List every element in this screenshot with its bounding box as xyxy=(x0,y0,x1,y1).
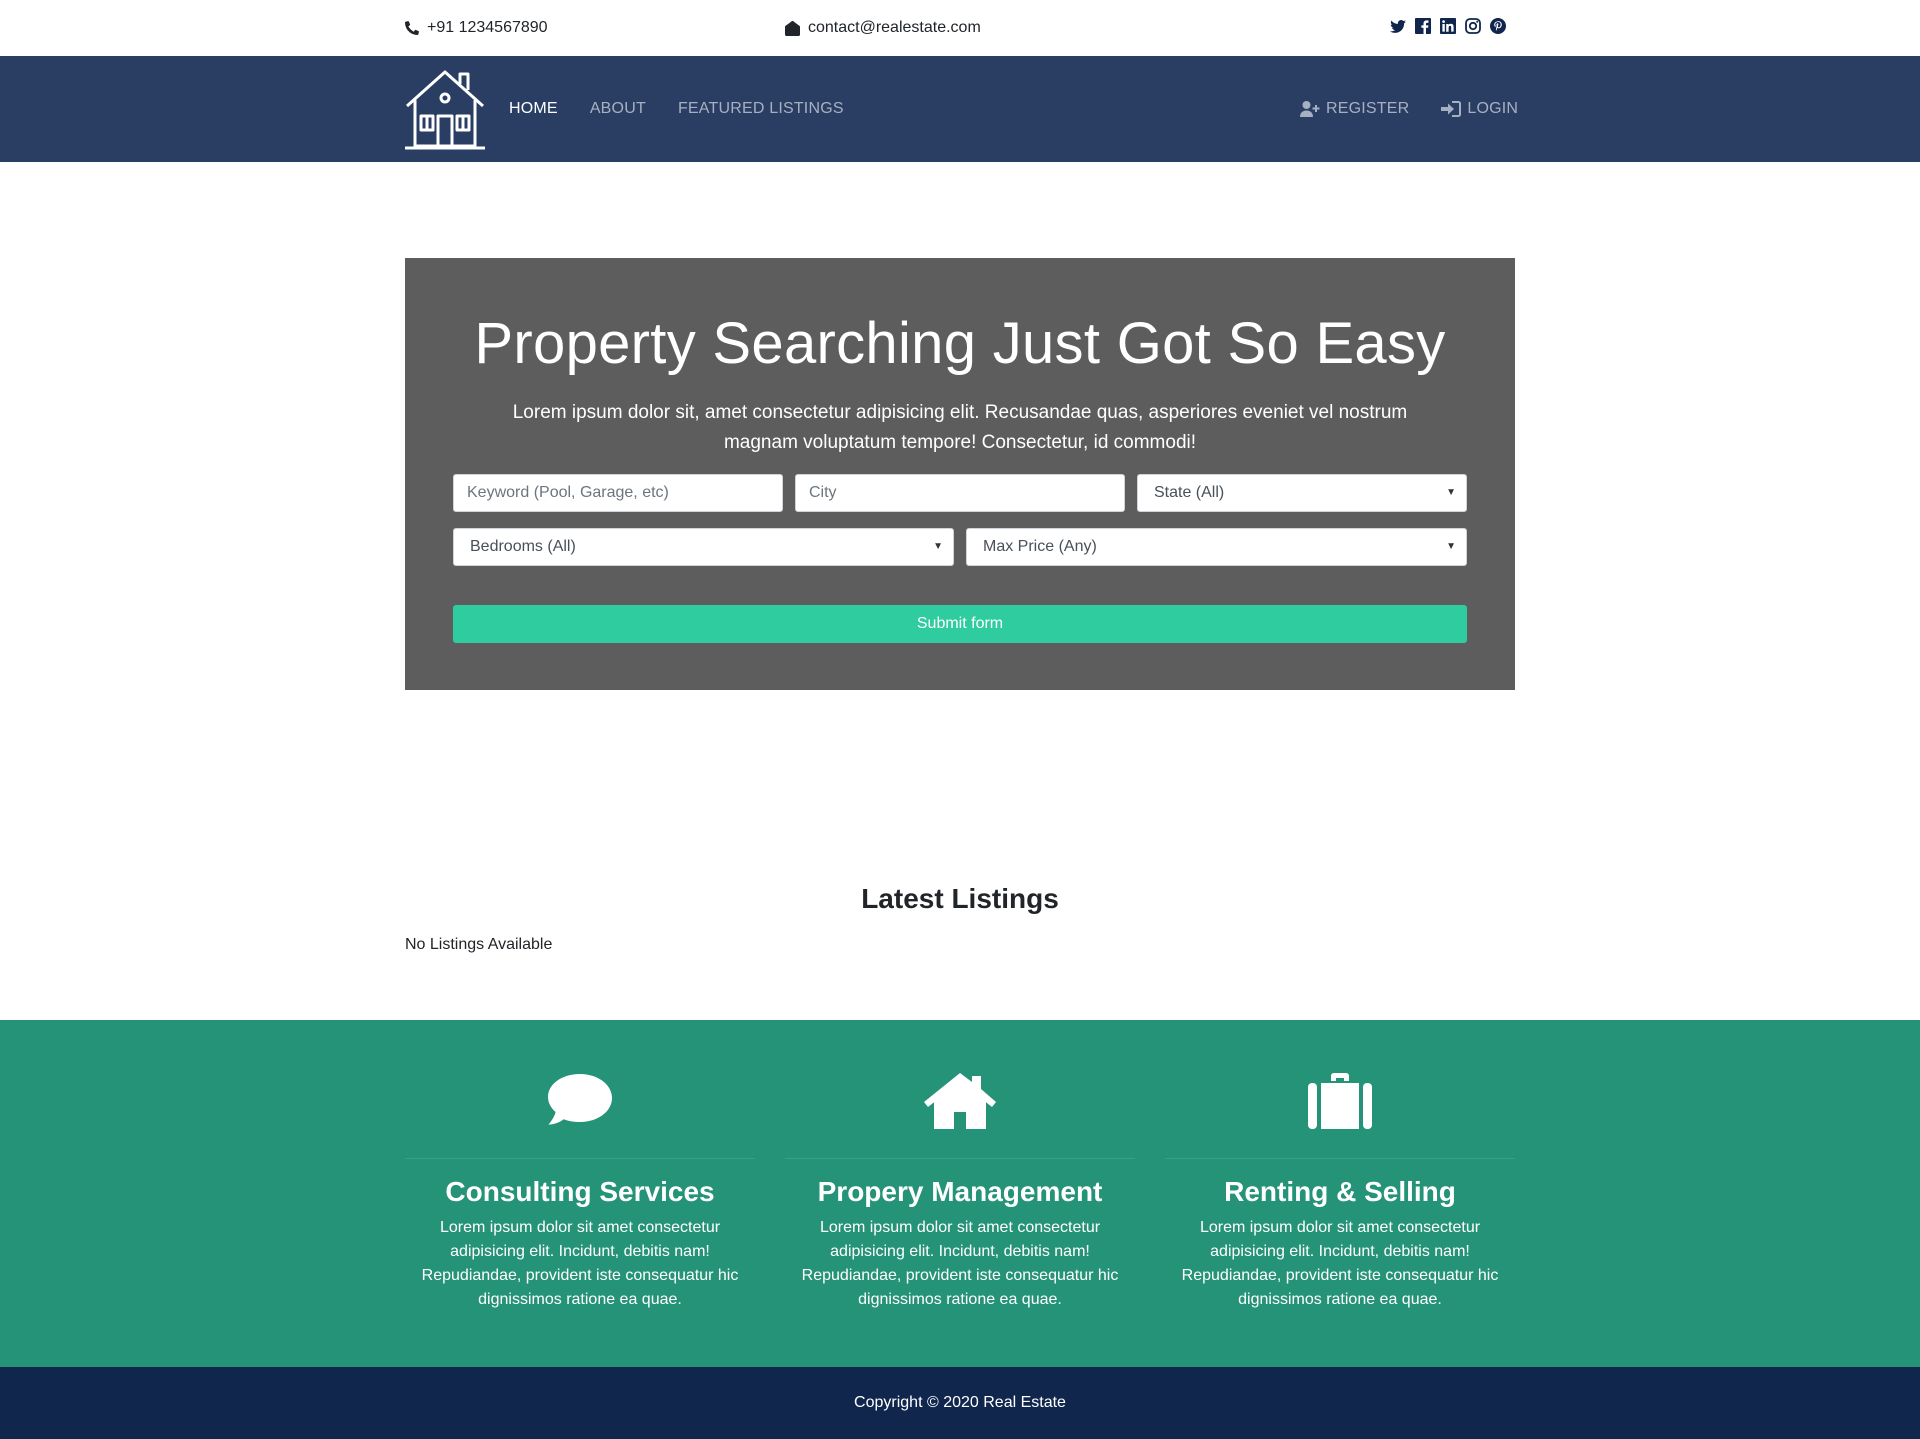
bedrooms-select[interactable]: Bedrooms (All) ▼ xyxy=(453,528,954,566)
service-title: Consulting Services xyxy=(445,1176,715,1207)
dropdown-arrow-icon: ▼ xyxy=(1446,541,1456,552)
no-listings-message: No Listings Available xyxy=(405,936,553,953)
service-card-consulting: Consulting Services Lorem ipsum dolor si… xyxy=(405,1072,755,1312)
comment-icon xyxy=(548,1074,612,1125)
nav-featured-listings[interactable]: FEATURED LISTINGS xyxy=(678,100,844,118)
service-text: Lorem ipsum dolor sit amet consectetur a… xyxy=(421,1219,739,1308)
service-text: Lorem ipsum dolor sit amet consectetur a… xyxy=(1181,1219,1499,1308)
hero-search-panel: Property Searching Just Got So Easy Lore… xyxy=(405,258,1515,690)
service-card-renting: Renting & Selling Lorem ipsum dolor sit … xyxy=(1165,1072,1515,1312)
max-price-select[interactable]: Max Price (Any) ▼ xyxy=(966,528,1467,566)
hero-lead: Lorem ipsum dolor sit, amet consectetur … xyxy=(512,402,1408,453)
user-plus-icon xyxy=(1300,101,1320,117)
register-label: REGISTER xyxy=(1326,100,1410,117)
twitter-icon[interactable] xyxy=(1390,18,1406,34)
nav-home[interactable]: HOME xyxy=(509,100,558,118)
contact-email: contact@realestate.com xyxy=(785,19,981,37)
envelope-open-icon xyxy=(785,20,800,36)
service-title: Propery Management xyxy=(817,1176,1103,1207)
main-navbar: HOME ABOUT FEATURED LISTINGS REGISTER LO… xyxy=(0,56,1920,162)
social-links xyxy=(1390,18,1506,34)
home-icon xyxy=(924,1073,996,1129)
dropdown-arrow-icon: ▼ xyxy=(1446,487,1456,498)
keyword-input[interactable]: Keyword (Pool, Garage, etc) xyxy=(453,474,783,512)
copyright-text: Copyright © 2020 Real Estate xyxy=(854,1394,1066,1411)
facebook-icon[interactable] xyxy=(1415,18,1431,34)
email-text: contact@realestate.com xyxy=(808,19,981,36)
suitcase-icon xyxy=(1308,1073,1372,1129)
service-text: Lorem ipsum dolor sit amet consectetur a… xyxy=(801,1219,1119,1308)
primary-nav: HOME ABOUT FEATURED LISTINGS xyxy=(509,100,844,118)
phone-icon xyxy=(405,21,419,35)
login-label: LOGIN xyxy=(1467,100,1519,117)
divider xyxy=(1165,1158,1515,1159)
dropdown-arrow-icon: ▼ xyxy=(933,541,943,552)
bedrooms-select-value: Bedrooms (All) xyxy=(470,538,576,555)
sign-in-icon xyxy=(1441,101,1462,117)
hero-title: Property Searching Just Got So Easy xyxy=(474,311,1446,376)
service-title: Renting & Selling xyxy=(1224,1176,1456,1207)
state-select[interactable]: State (All) ▼ xyxy=(1137,474,1467,512)
site-footer: Copyright © 2020 Real Estate xyxy=(0,1367,1920,1439)
service-card-management: Propery Management Lorem ipsum dolor sit… xyxy=(785,1072,1135,1312)
divider xyxy=(785,1158,1135,1159)
divider xyxy=(405,1158,755,1159)
phone-text: +91 1234567890 xyxy=(427,19,548,36)
top-bar: +91 1234567890 contact@realestate.com xyxy=(0,0,1920,56)
linkedin-icon[interactable] xyxy=(1440,18,1456,34)
nav-about[interactable]: ABOUT xyxy=(590,100,646,118)
register-link[interactable]: REGISTER xyxy=(1300,100,1409,118)
max-price-select-value: Max Price (Any) xyxy=(983,538,1097,555)
instagram-icon[interactable] xyxy=(1465,18,1481,34)
house-logo-icon[interactable] xyxy=(405,68,485,150)
services-section: Consulting Services Lorem ipsum dolor si… xyxy=(0,1020,1920,1367)
account-nav: REGISTER LOGIN xyxy=(1300,100,1518,118)
latest-listings-title: Latest Listings xyxy=(861,883,1059,914)
city-input[interactable]: City xyxy=(795,474,1125,512)
login-link[interactable]: LOGIN xyxy=(1441,100,1518,118)
pinterest-icon[interactable] xyxy=(1490,18,1506,34)
submit-form-button[interactable]: Submit form xyxy=(453,605,1467,643)
state-select-value: State (All) xyxy=(1154,484,1225,501)
contact-phone: +91 1234567890 xyxy=(405,19,548,37)
